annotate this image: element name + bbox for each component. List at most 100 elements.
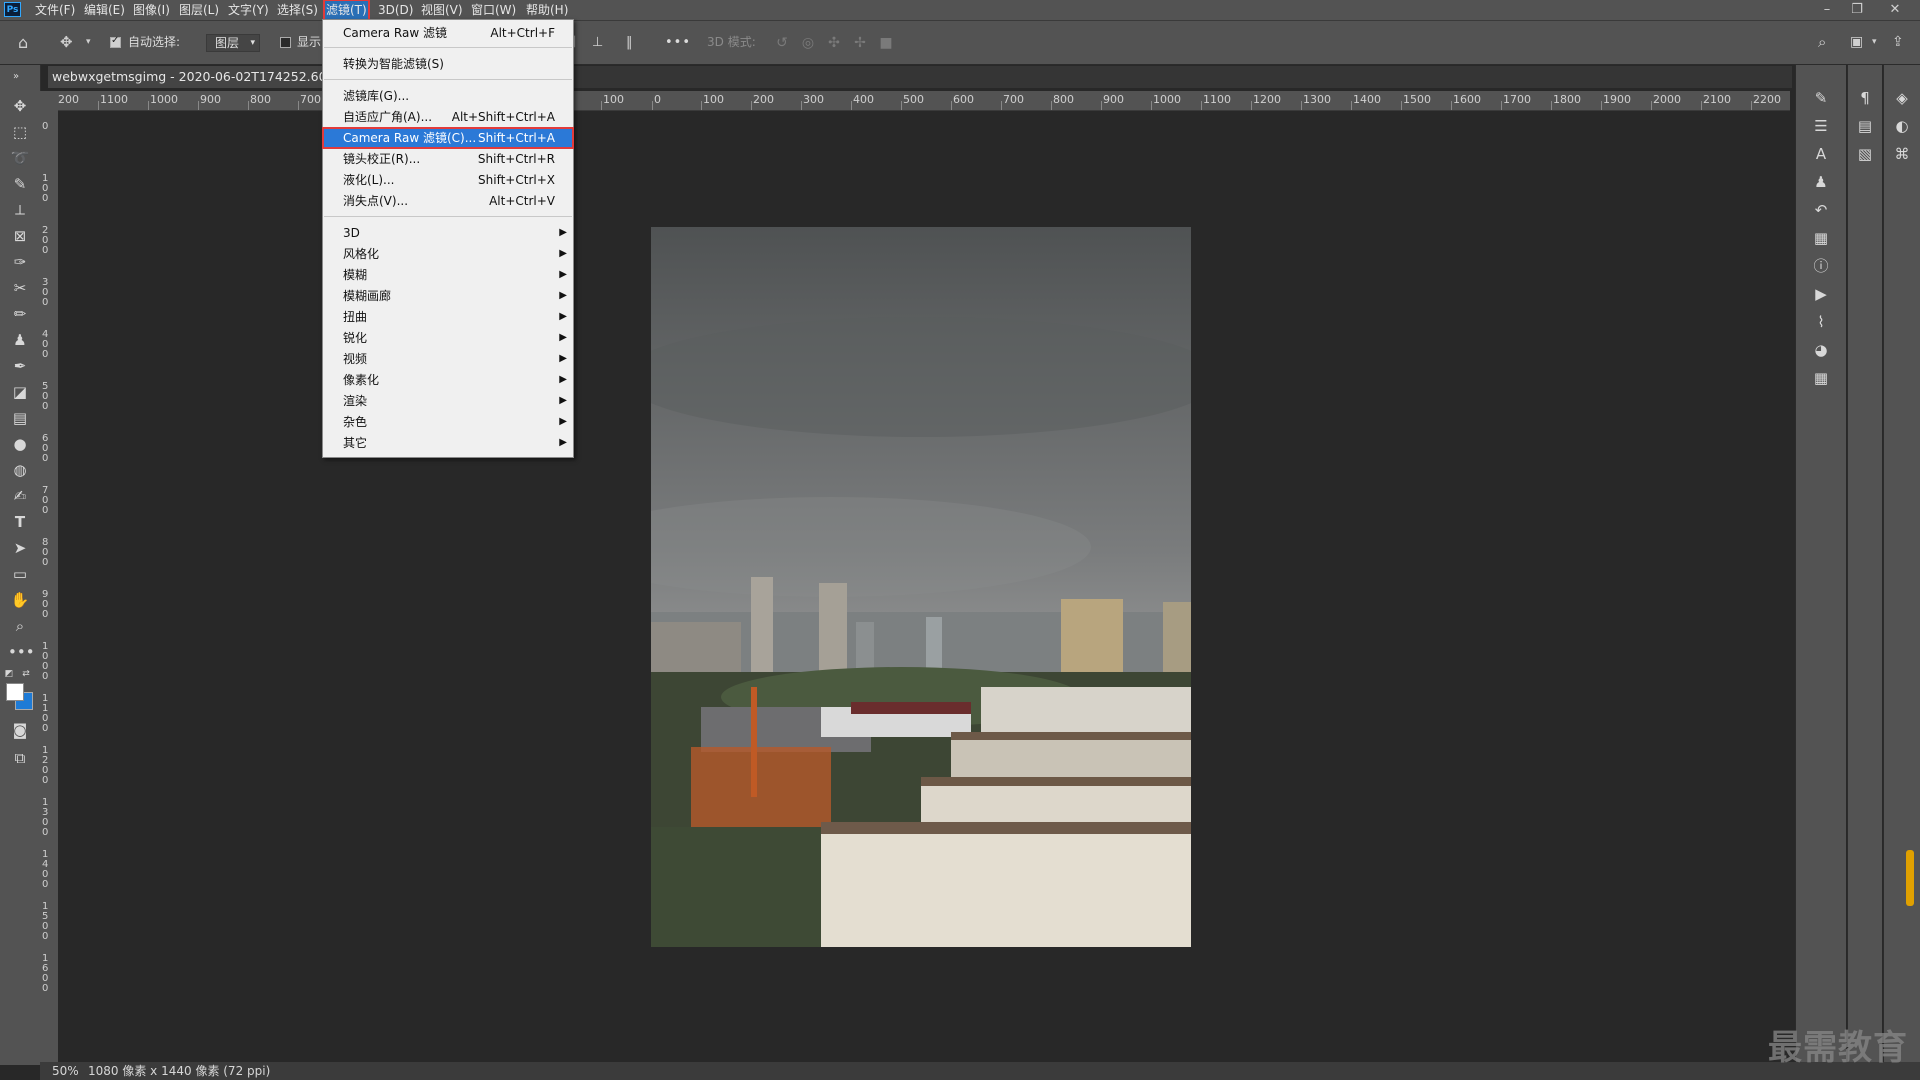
zoom-level[interactable]: 50% xyxy=(52,1062,79,1080)
gradient-tool-icon[interactable]: ▤ xyxy=(8,407,32,429)
path-nodes-icon[interactable]: ⌘ xyxy=(1890,143,1914,165)
submenu-blur[interactable]: 模糊 ▶ xyxy=(323,265,573,285)
pen-tool-icon[interactable]: ✍ xyxy=(8,485,32,507)
vertical-ruler[interactable]: 0 100 200 300 400 500 600 700 800 900 1000 1100 1200… xyxy=(40,110,59,1065)
menu-image[interactable]: 图像(I) xyxy=(131,0,172,20)
eraser-tool-icon[interactable]: ◪ xyxy=(8,381,32,403)
submenu-stylize[interactable]: 风格化 ▶ xyxy=(323,244,573,264)
3d-roll-icon[interactable]: ◎ xyxy=(799,34,817,52)
channels-icon[interactable]: ▤ xyxy=(1853,115,1877,137)
clone-source-icon[interactable]: ♟ xyxy=(1809,171,1833,193)
menu-help[interactable]: 帮助(H) xyxy=(524,0,570,20)
submenu-other[interactable]: 其它 ▶ xyxy=(323,433,573,453)
zoom-tool-icon[interactable]: ⌕ xyxy=(8,615,32,637)
search-icon[interactable]: ⌕ xyxy=(1818,21,1826,64)
healing-brush-tool-icon[interactable]: ✂ xyxy=(8,277,32,299)
menu-filter[interactable]: 滤镜(T) xyxy=(323,0,370,21)
eyedropper-tool-icon[interactable]: ✑ xyxy=(8,251,32,273)
document-info[interactable]: 1080 像素 x 1440 像素 (72 ppi) xyxy=(88,1062,270,1080)
character-icon[interactable]: A xyxy=(1809,143,1833,165)
screen-mode-icon[interactable]: ⧉ xyxy=(8,747,32,769)
workspace-icon[interactable]: ▣ xyxy=(1850,21,1863,64)
restore-icon[interactable]: ❐ xyxy=(1842,0,1872,20)
path-selection-tool-icon[interactable]: ➤ xyxy=(8,537,32,559)
history-brush-tool-icon[interactable]: ✒ xyxy=(8,355,32,377)
submenu-render[interactable]: 渲染 ▶ xyxy=(323,391,573,411)
menu-item-camera-raw-filter[interactable]: Camera Raw 滤镜 Alt+Ctrl+F xyxy=(323,23,573,43)
menu-item-adaptive-wide-angle[interactable]: 自适应广角(A)... Alt+Shift+Ctrl+A xyxy=(323,107,573,127)
distribute-icon[interactable]: ‖ xyxy=(626,21,633,64)
blur-tool-icon[interactable]: ● xyxy=(8,433,32,455)
menu-view[interactable]: 视图(V) xyxy=(419,0,465,20)
3d-panel-icon[interactable]: ◕ xyxy=(1809,339,1833,361)
3d-pan-icon[interactable]: ✣ xyxy=(825,34,843,52)
menu-select[interactable]: 选择(S) xyxy=(275,0,320,20)
marquee-tool-icon[interactable]: ⬚ xyxy=(8,121,32,143)
move-tool-icon[interactable]: ✥ xyxy=(8,95,32,117)
3d-orbit-icon[interactable]: ↺ xyxy=(773,34,791,52)
submenu-blur-gallery[interactable]: 模糊画廊 ▶ xyxy=(323,286,573,306)
move-tool-icon[interactable]: ✥ xyxy=(60,21,73,64)
menu-item-liquify[interactable]: 液化(L)... Shift+Ctrl+X xyxy=(323,170,573,190)
ruler-origin[interactable] xyxy=(40,91,58,110)
menu-type[interactable]: 文字(Y) xyxy=(226,0,271,20)
3d-slide-icon[interactable]: ✢ xyxy=(851,34,869,52)
clone-stamp-tool-icon[interactable]: ♟ xyxy=(8,329,32,351)
dodge-tool-icon[interactable]: ◍ xyxy=(8,459,32,481)
menu-item-filter-gallery[interactable]: 滤镜库(G)... xyxy=(323,86,573,106)
table-icon[interactable]: ▦ xyxy=(1809,367,1833,389)
horizontal-ruler[interactable]: 200 1100 1000 900 800 700 100 0 100 200 300 400 500 6… xyxy=(58,91,1790,111)
share-icon[interactable]: ⇪ xyxy=(1892,21,1904,64)
menu-item-lens-correction[interactable]: 镜头校正(R)... Shift+Ctrl+R xyxy=(323,149,573,169)
crop-tool-icon[interactable]: ⟂ xyxy=(8,199,32,221)
notes-icon[interactable]: ▧ xyxy=(1853,143,1877,165)
hand-tool-icon[interactable]: ✋ xyxy=(8,589,32,611)
menu-layer[interactable]: 图层(L) xyxy=(177,0,221,20)
menu-item-camera-raw-filter-c[interactable]: Camera Raw 滤镜(C)... Shift+Ctrl+A xyxy=(322,127,574,149)
close-icon[interactable]: ✕ xyxy=(1880,0,1910,20)
auto-select-checkbox[interactable] xyxy=(110,35,121,48)
show-transform-checkbox[interactable] xyxy=(280,37,291,48)
paths-icon[interactable]: ⌇ xyxy=(1809,311,1833,333)
lasso-tool-icon[interactable]: ➰ xyxy=(8,147,32,169)
menu-file[interactable]: 文件(F) xyxy=(33,0,77,20)
home-icon[interactable]: ⌂ xyxy=(18,21,28,64)
quick-selection-tool-icon[interactable]: ✎ xyxy=(8,173,32,195)
submenu-distort[interactable]: 扭曲 ▶ xyxy=(323,307,573,327)
menu-item-vanishing-point[interactable]: 消失点(V)... Alt+Ctrl+V xyxy=(323,191,573,211)
menu-edit[interactable]: 编辑(E) xyxy=(82,0,127,20)
3d-camera-icon[interactable]: ■ xyxy=(877,34,895,52)
quick-mask-icon[interactable]: ◙ xyxy=(8,719,32,741)
libraries-icon[interactable]: ▦ xyxy=(1809,227,1833,249)
brush-tool-icon[interactable]: ✏ xyxy=(8,303,32,325)
minimize-icon[interactable]: – xyxy=(1812,0,1842,20)
document-tab[interactable]: webwxgetmsgimg - 2020-06-02T174252.600.j… xyxy=(48,66,328,88)
more-options-button[interactable]: ••• xyxy=(665,21,691,64)
swap-colors-icon[interactable]: ⇄ xyxy=(20,663,32,685)
menu-3d[interactable]: 3D(D) xyxy=(376,0,415,20)
document-image[interactable] xyxy=(651,227,1191,947)
align-bottom-icon[interactable]: ⊥ xyxy=(592,21,603,64)
info-icon[interactable]: ⓘ xyxy=(1809,255,1833,277)
rectangle-tool-icon[interactable]: ▭ xyxy=(8,563,32,585)
submenu-pixelate[interactable]: 像素化 ▶ xyxy=(323,370,573,390)
edit-toolbar-icon[interactable]: ••• xyxy=(8,641,35,663)
tool-preset-chevron-icon[interactable]: ▾ xyxy=(86,21,91,64)
submenu-3d[interactable]: 3D ▶ xyxy=(323,223,573,243)
frame-tool-icon[interactable]: ⊠ xyxy=(8,225,32,247)
history-icon[interactable]: ↶ xyxy=(1809,199,1833,221)
submenu-noise[interactable]: 杂色 ▶ xyxy=(323,412,573,432)
adjustments-icon[interactable]: ☰ xyxy=(1809,115,1833,137)
submenu-video[interactable]: 视频 ▶ xyxy=(323,349,573,369)
paragraph-icon[interactable]: ¶ xyxy=(1853,87,1877,109)
foreground-color-swatch[interactable] xyxy=(6,683,24,701)
auto-select-target-dropdown[interactable]: 图层 ▾ xyxy=(206,34,260,52)
actions-play-icon[interactable]: ▶ xyxy=(1809,283,1833,305)
workspace-chevron-icon[interactable]: ▾ xyxy=(1872,21,1877,64)
type-tool-icon[interactable]: T xyxy=(8,511,32,533)
submenu-sharpen[interactable]: 锐化 ▶ xyxy=(323,328,573,348)
color-icon[interactable]: ◐ xyxy=(1890,115,1914,137)
collapse-panel-icon[interactable]: » xyxy=(4,66,28,88)
photoshop-logo[interactable]: Ps xyxy=(4,2,21,17)
default-colors-icon[interactable]: ◩ xyxy=(2,663,16,685)
